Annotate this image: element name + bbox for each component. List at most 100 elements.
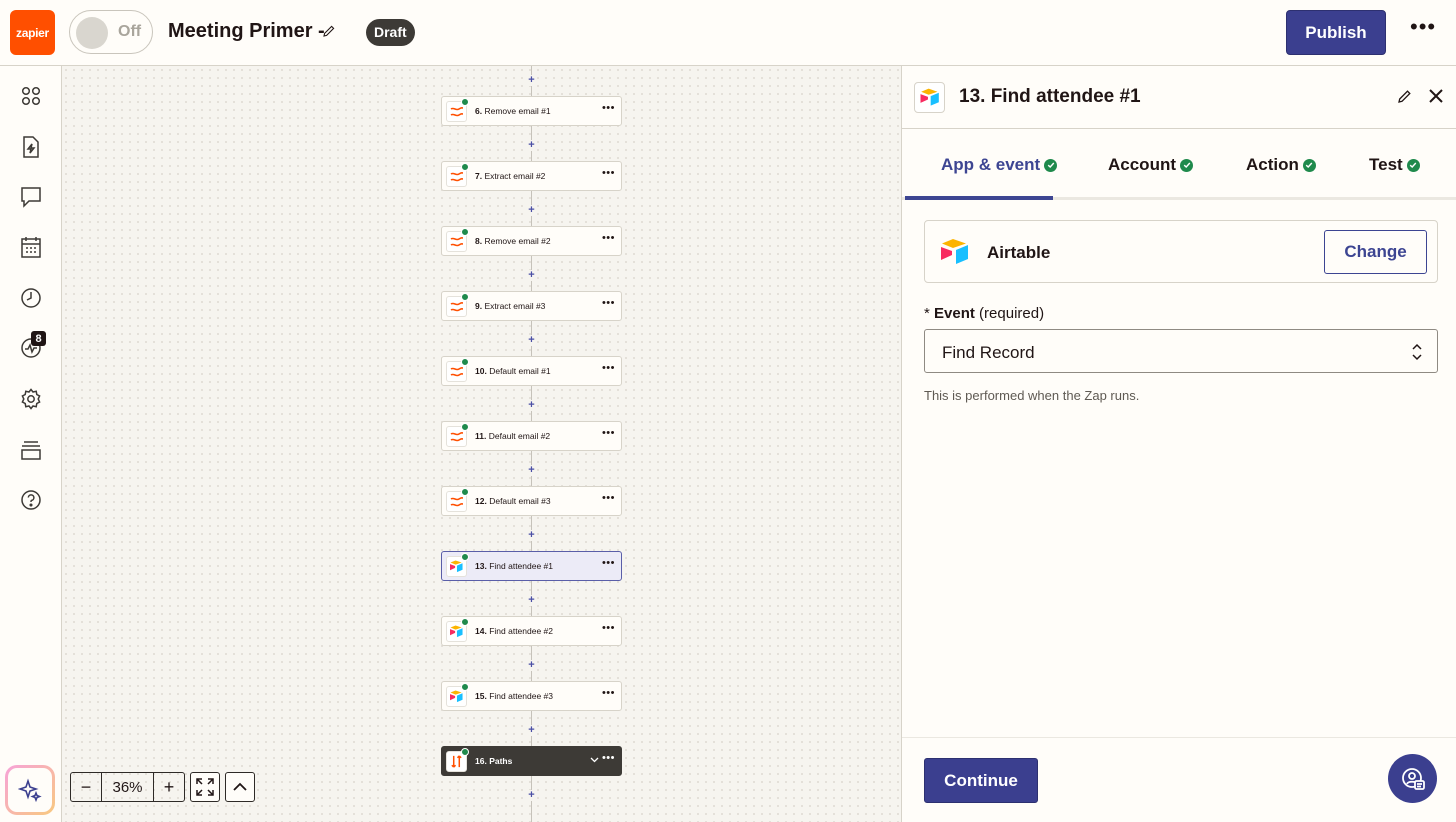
tab-app-event[interactable]: App & event (941, 155, 1058, 175)
step-number: 13. (475, 561, 487, 571)
app-name: Airtable (987, 243, 1051, 262)
notification-badge: 8 (31, 331, 46, 346)
step-card[interactable]: 15. Find attendee #3 ••• (441, 681, 622, 711)
step-more-options-icon[interactable]: ••• (602, 492, 615, 504)
step-label: 7. Extract email #2 (475, 171, 545, 181)
gear-icon[interactable] (17, 385, 45, 413)
add-step-plus-icon[interactable]: + (526, 270, 537, 281)
stack-icon[interactable] (17, 436, 45, 464)
step-more-options-icon[interactable]: ••• (602, 557, 615, 569)
add-step-plus-icon[interactable]: + (526, 725, 537, 736)
step-label: 15. Find attendee #3 (475, 691, 553, 701)
step-more-options-icon[interactable]: ••• (602, 622, 615, 634)
support-chat-button[interactable] (1388, 754, 1437, 803)
zap-editor-canvas[interactable]: 6. Remove email #1 ••• 7. Extract email #2… (62, 66, 901, 822)
fit-to-screen-icon[interactable] (190, 772, 220, 802)
step-number: 10. (475, 366, 487, 376)
add-step-plus-icon[interactable]: + (526, 595, 537, 606)
step-complete-check-icon (461, 293, 469, 301)
step-card[interactable]: 11. Default email #2 ••• (441, 421, 622, 451)
step-card[interactable]: 7. Extract email #2 ••• (441, 161, 622, 191)
step-title: Default email #3 (489, 496, 551, 506)
add-step-plus-icon[interactable]: + (526, 205, 537, 216)
step-complete-check-icon (461, 683, 469, 691)
add-step-plus-icon[interactable]: + (526, 75, 537, 86)
step-more-options-icon[interactable]: ••• (602, 167, 615, 179)
step-card[interactable]: 12. Default email #3 ••• (441, 486, 622, 516)
clock-icon[interactable] (17, 284, 45, 312)
step-label: 6. Remove email #1 (475, 106, 551, 116)
step-number: 15. (475, 691, 487, 701)
step-title: Remove email #1 (484, 106, 551, 116)
more-options-icon[interactable]: ••• (1410, 16, 1436, 42)
support-chat-icon (1401, 767, 1425, 790)
publish-button[interactable]: Publish (1286, 10, 1386, 55)
zap-title[interactable]: Meeting Primer - (168, 20, 325, 43)
step-card[interactable]: 8. Remove email #2 ••• (441, 226, 622, 256)
step-number: 16. (475, 756, 487, 766)
zoom-controls: − 36% + (70, 772, 255, 802)
question-icon[interactable] (17, 486, 45, 514)
tab-label: Action (1246, 155, 1299, 174)
rename-pencil-icon[interactable] (322, 24, 336, 38)
chevron-down-icon[interactable] (590, 755, 599, 765)
zap-file-icon[interactable] (17, 133, 45, 161)
step-complete-check-icon (461, 488, 469, 496)
add-step-plus-icon[interactable]: + (526, 400, 537, 411)
edit-pencil-icon[interactable] (1397, 88, 1413, 104)
tab-account[interactable]: Account (1108, 155, 1193, 175)
step-label: 16. Paths (475, 756, 512, 766)
zapier-logo[interactable]: zapier (10, 10, 55, 55)
step-more-options-icon[interactable]: ••• (602, 297, 615, 309)
tab-label: Account (1108, 155, 1176, 174)
ai-copilot-button[interactable] (5, 765, 55, 815)
step-more-options-icon[interactable]: ••• (602, 102, 615, 114)
close-icon[interactable] (1426, 86, 1446, 106)
step-more-options-icon[interactable]: ••• (602, 362, 615, 374)
event-label: Event (934, 305, 975, 322)
add-step-plus-icon[interactable]: + (526, 790, 537, 801)
zap-on-off-toggle[interactable]: Off (69, 10, 153, 54)
step-complete-check-icon (461, 423, 469, 431)
step-card[interactable]: 14. Find attendee #2 ••• (441, 616, 622, 646)
step-number: 11. (475, 431, 487, 441)
calendar-table-icon[interactable] (17, 233, 45, 261)
event-select[interactable]: Find Record (924, 329, 1438, 373)
step-card[interactable]: 6. Remove email #1 ••• (441, 96, 622, 126)
tab-action[interactable]: Action (1246, 155, 1316, 175)
panel-header: 13. Find attendee #1 (902, 66, 1456, 129)
select-arrows-icon (1412, 343, 1422, 361)
step-complete-check-icon (461, 748, 469, 756)
add-step-plus-icon[interactable]: + (526, 660, 537, 671)
zoom-out-button[interactable]: − (71, 773, 101, 801)
step-card[interactable]: 16. Paths ••• (441, 746, 622, 776)
step-more-options-icon[interactable]: ••• (602, 427, 615, 439)
zoom-level: 36% (101, 773, 154, 801)
step-card[interactable]: 10. Default email #1 ••• (441, 356, 622, 386)
add-step-plus-icon[interactable]: + (526, 140, 537, 151)
step-more-options-icon[interactable]: ••• (602, 752, 615, 764)
step-title: Default email #2 (488, 431, 551, 441)
add-step-plus-icon[interactable]: + (526, 335, 537, 346)
step-number: 6. (475, 106, 483, 116)
step-card[interactable]: 13. Find attendee #1 ••• (441, 551, 622, 581)
step-complete-check-icon (461, 553, 469, 561)
change-app-button[interactable]: Change (1324, 230, 1427, 274)
add-step-plus-icon[interactable]: + (526, 465, 537, 476)
step-more-options-icon[interactable]: ••• (602, 687, 615, 699)
add-step-plus-icon[interactable]: + (526, 530, 537, 541)
continue-button[interactable]: Continue (924, 758, 1038, 803)
step-config-panel: 13. Find attendee #1 App & event Account… (901, 66, 1456, 822)
step-more-options-icon[interactable]: ••• (602, 232, 615, 244)
tab-label: App & event (941, 155, 1041, 174)
step-complete-check-icon (461, 163, 469, 171)
zoom-in-button[interactable]: + (154, 773, 184, 801)
tab-test[interactable]: Test (1369, 155, 1420, 175)
left-sidebar: 8 (0, 66, 62, 822)
step-card[interactable]: 9. Extract email #3 ••• (441, 291, 622, 321)
chat-icon[interactable] (17, 183, 45, 211)
chevron-up-icon[interactable] (225, 772, 255, 802)
selected-app-card: Airtable Change (924, 220, 1438, 283)
sparkle-icon (18, 778, 42, 802)
apps-grid-icon[interactable] (17, 82, 45, 110)
